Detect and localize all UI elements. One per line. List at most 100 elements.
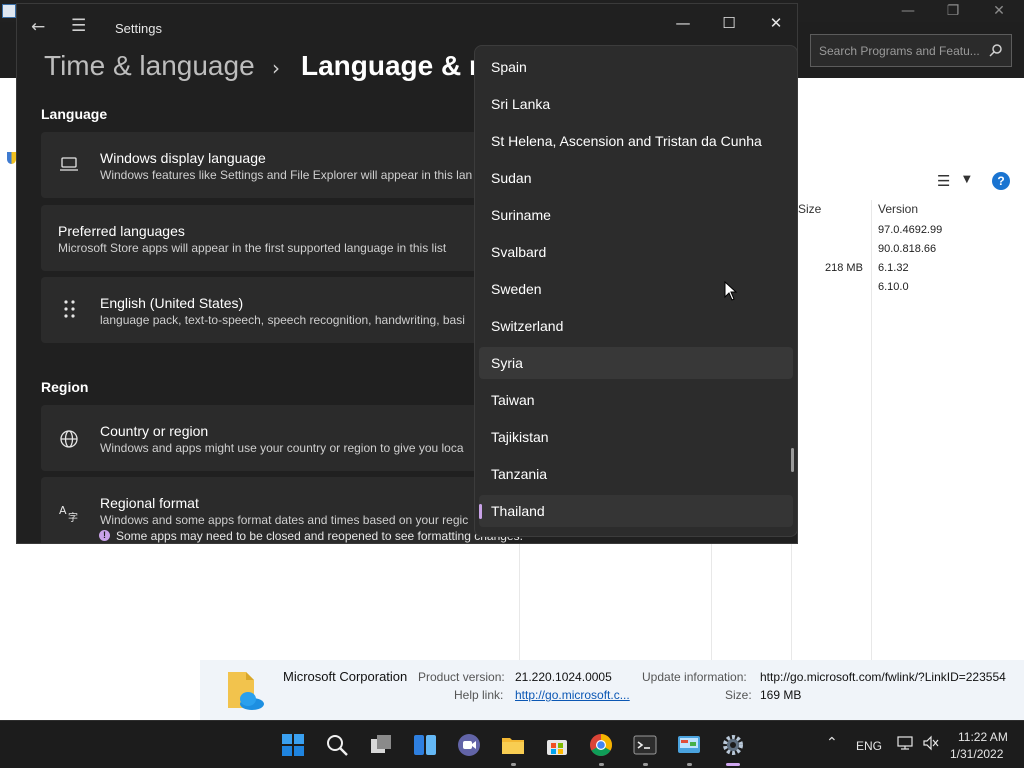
selection-indicator [479,504,482,519]
table-cell-size: 218 MB [825,262,863,274]
onedrive-icon [228,672,264,710]
card-subtitle: language pack, text-to-speech, speech re… [100,313,465,327]
details-pane: Microsoft Corporation Product version: 2… [200,660,1024,720]
running-indicator [643,763,648,766]
clock-date[interactable]: 1/31/2022 [950,747,1003,761]
task-view-icon[interactable] [369,733,393,757]
scrollbar-thumb[interactable] [791,448,794,472]
list-item[interactable]: Spain [479,51,793,83]
card-subtitle: Windows features like Settings and File … [100,168,473,182]
search-icon[interactable] [989,43,1003,57]
card-subtitle: Windows and apps might use your country … [100,441,464,455]
list-item[interactable]: Taiwan [479,384,793,416]
breadcrumb-parent[interactable]: Time & language [44,50,255,82]
back-arrow-icon[interactable]: ← [31,17,45,37]
background-restore-button[interactable]: ❐ [930,0,976,22]
product-version-label: Product version: [418,670,505,684]
language-format-icon: A 字 [59,504,78,523]
list-item[interactable]: Suriname [479,199,793,231]
card-title: Regional format [100,495,199,511]
update-info-label: Update information: [642,670,747,684]
column-divider [871,200,872,660]
list-item-hovered[interactable]: Syria [479,347,793,379]
chevron-up-icon[interactable]: ⌃ [826,735,838,751]
language-item-english[interactable]: English (United States) language pack, t… [41,277,501,343]
globe-icon [60,430,78,448]
settings-gear-icon[interactable] [721,733,745,757]
running-indicator [687,763,692,766]
running-indicator [599,763,604,766]
search-icon[interactable] [325,733,349,757]
chevron-down-icon[interactable]: ▼ [963,174,971,185]
help-link-label: Help link: [454,688,504,702]
view-options-icon[interactable]: ☰ [937,172,950,190]
clock-time[interactable]: 11:22 AM [958,730,1008,744]
list-item[interactable]: St Helena, Ascension and Tristan da Cunh… [479,125,793,157]
column-header-size[interactable]: Size [798,202,821,216]
window-title: Settings [115,21,162,36]
minimize-button[interactable]: — [660,10,706,36]
list-item[interactable]: Sudan [479,162,793,194]
update-info-value: http://go.microsoft.com/fwlink/?LinkID=2… [760,670,1006,684]
list-item-selected[interactable]: Thailand [479,495,793,527]
close-button[interactable]: ✕ [753,10,797,36]
control-panel-icon [2,4,16,18]
page-title: Language & re [301,50,496,81]
column-header-version[interactable]: Version [878,202,918,216]
card-subtitle: Windows and some apps format dates and t… [100,513,469,527]
help-link[interactable]: http://go.microsoft.c... [515,688,630,702]
programs-search-input[interactable]: Search Programs and Featu... [810,34,1012,67]
chevron-right-icon: › [272,56,280,80]
table-cell-version: 97.0.4692.99 [878,224,943,236]
card-title: Country or region [100,423,209,439]
running-indicator [511,763,516,766]
card-title: Preferred languages [58,223,185,239]
display-language-card[interactable]: Windows display language Windows feature… [41,132,501,198]
preferred-languages-card: Preferred languages Microsoft Store apps… [41,205,501,271]
volume-muted-icon[interactable] [922,735,940,751]
card-title: Windows display language [100,150,266,166]
background-minimize-button[interactable]: — [885,0,931,22]
list-item[interactable]: Svalbard [479,236,793,268]
chat-icon[interactable] [457,733,481,757]
input-language-indicator[interactable]: ENG [856,739,882,753]
list-item[interactable]: Tajikistan [479,421,793,453]
country-dropdown-list[interactable]: Spain Sri Lanka St Helena, Ascension and… [474,45,798,537]
maximize-button[interactable]: ☐ [706,10,752,36]
product-version-value: 21.220.1024.0005 [515,670,612,684]
help-icon[interactable]: ? [992,172,1010,190]
network-icon[interactable] [896,735,914,751]
table-cell-version: 6.10.0 [878,281,909,293]
list-item[interactable]: Sweden [479,273,793,305]
card-subtitle: Microsoft Store apps will appear in the … [58,241,447,255]
taskbar: ⌃ ENG 11:22 AM 1/31/2022 [0,720,1024,768]
region-section-heading: Region [41,379,89,395]
card-title: English (United States) [100,295,244,311]
table-cell-version: 6.1.32 [878,262,909,274]
search-placeholder: Search Programs and Featu... [819,44,980,58]
start-icon[interactable] [281,733,305,757]
size-value: 169 MB [760,688,802,702]
country-region-card[interactable]: Country or region Windows and apps might… [41,405,501,471]
hamburger-menu-icon[interactable]: ☰ [71,16,86,36]
size-label: Size: [725,688,752,702]
list-item[interactable]: Switzerland [479,310,793,342]
background-close-button[interactable]: ✕ [976,0,1022,22]
control-panel-icon[interactable] [677,733,701,757]
chrome-icon[interactable] [589,733,613,757]
terminal-icon[interactable] [633,733,657,757]
shield-icon [7,152,16,164]
mouse-cursor-icon [724,281,738,301]
drag-handle-icon[interactable] [63,299,77,319]
widgets-icon[interactable] [413,733,437,757]
list-item[interactable]: Tanzania [479,458,793,490]
list-item[interactable]: Sri Lanka [479,88,793,120]
table-cell-version: 90.0.818.66 [878,243,937,255]
svg-text:A: A [59,504,67,517]
file-explorer-icon[interactable] [501,733,525,757]
info-icon: ! [99,530,110,541]
publisher-name: Microsoft Corporation [283,669,408,684]
formatting-notice: Some apps may need to be closed and reop… [116,529,523,543]
language-section-heading: Language [41,106,108,122]
store-icon[interactable] [545,733,569,757]
